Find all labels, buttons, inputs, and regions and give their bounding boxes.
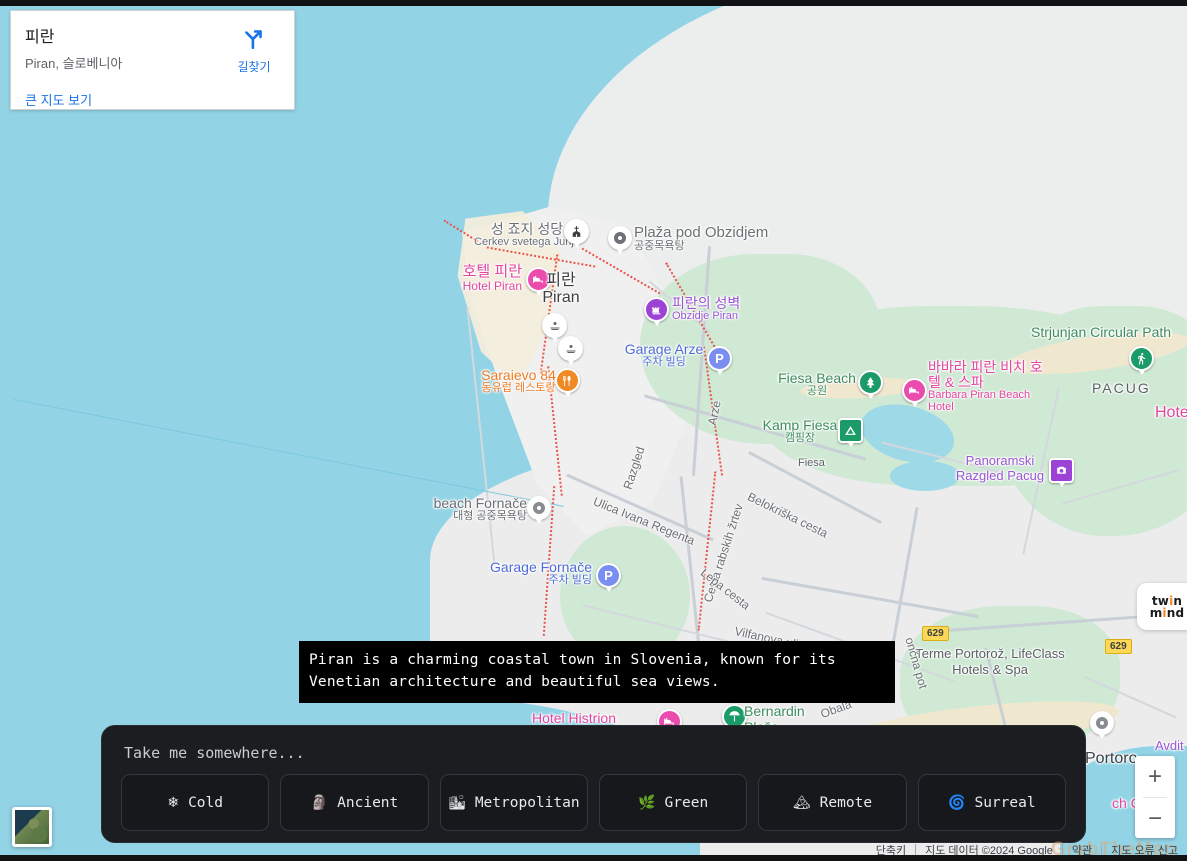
chip-label: Ancient [337, 794, 399, 811]
cityscape-icon: 🏙 [448, 794, 466, 811]
app-root: 성 죠지 성당 Cerkev svetega Jurija Plaža pod … [0, 0, 1187, 861]
zoom-in-button[interactable]: + [1135, 756, 1175, 797]
camping-icon[interactable] [838, 418, 863, 443]
snowflake-icon: ❄ [167, 794, 180, 811]
chip-surreal[interactable]: 🌀 Surreal [917, 774, 1066, 831]
chip-label: Surreal [974, 794, 1036, 811]
hotel-bed-icon[interactable] [902, 378, 927, 403]
mountain-icon: 🏔 [792, 794, 811, 811]
chip-label: Remote [819, 794, 873, 811]
chip-cold[interactable]: ❄ Cold [121, 774, 270, 831]
ai-caption-overlay: Piran is a charming coastal town in Slov… [299, 641, 895, 704]
castle-icon[interactable] [644, 297, 669, 322]
highway-shield-629: 629 [922, 626, 949, 641]
restaurant-icon[interactable] [555, 368, 580, 393]
herb-leaf-icon: 🌿 [638, 794, 656, 811]
view-larger-map-link[interactable]: 큰 지도 보기 [25, 90, 92, 109]
satellite-view-toggle[interactable] [12, 807, 52, 847]
place-info-card[interactable]: 피란 Piran, 슬로베니아 큰 지도 보기 길찾기 [10, 10, 295, 110]
chip-label: Cold [188, 794, 223, 811]
prompt-panel: ❄ Cold 🗿 Ancient 🏙 Metropolitan 🌿 Green … [101, 725, 1086, 843]
parking-icon[interactable]: P [707, 346, 732, 371]
beach-dot-icon[interactable] [527, 496, 551, 520]
chip-ancient[interactable]: 🗿 Ancient [280, 774, 429, 831]
directions-label: 길찾기 [237, 60, 271, 74]
satellite-thumbnail-image [15, 810, 49, 844]
directions-fork-arrow-icon [241, 30, 267, 55]
chip-metropolitan[interactable]: 🏙 Metropolitan [439, 774, 588, 831]
bottom-frame-bar [0, 855, 1187, 861]
spa-dot-icon[interactable] [1090, 711, 1114, 735]
beach-dot-icon[interactable] [608, 226, 632, 250]
parking-icon[interactable]: P [596, 563, 621, 588]
church-icon[interactable] [564, 219, 589, 244]
park-tree-icon[interactable] [858, 370, 883, 395]
zoom-controls: + − [1135, 756, 1175, 838]
twinmind-logo: twin mind [1149, 593, 1185, 620]
moai-statue-icon: 🗿 [310, 794, 329, 811]
chip-remote[interactable]: 🏔 Remote [758, 774, 907, 831]
chip-label: Green [664, 794, 709, 811]
twinmind-badge[interactable]: twin mind [1137, 583, 1187, 630]
hiking-icon[interactable] [1129, 346, 1154, 371]
viewpoint-icon[interactable] [1049, 458, 1074, 483]
zoom-out-button[interactable]: − [1135, 798, 1175, 839]
directions-button[interactable]: 길찾기 [228, 25, 280, 75]
chip-green[interactable]: 🌿 Green [598, 774, 748, 831]
prompt-input[interactable] [114, 738, 1073, 774]
beach-swim-icon[interactable] [542, 313, 567, 338]
chip-label: Metropolitan [474, 794, 580, 811]
beach-swim-icon[interactable] [558, 336, 583, 361]
suggestion-chips: ❄ Cold 🗿 Ancient 🏙 Metropolitan 🌿 Green … [114, 774, 1073, 831]
cyclone-swirl-icon: 🌀 [948, 794, 966, 811]
highway-shield-629: 629 [1105, 639, 1132, 654]
hotel-bed-icon[interactable] [526, 267, 551, 292]
inland-water [890, 461, 960, 491]
